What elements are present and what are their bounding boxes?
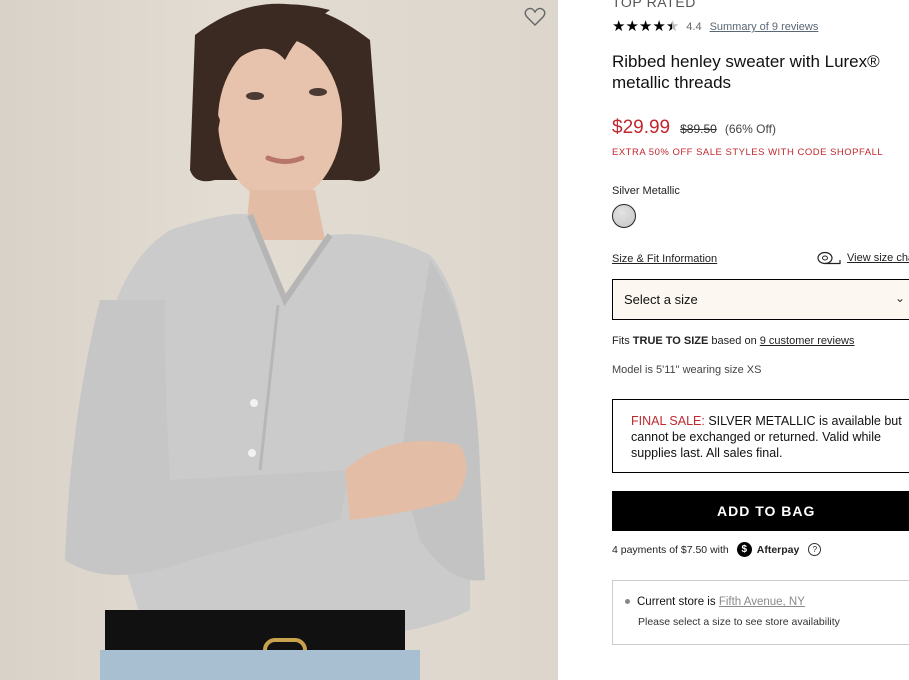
star-icon: ★	[638, 18, 653, 35]
model-size-info: Model is 5'11" wearing size XS	[612, 364, 762, 376]
original-price: $89.50	[680, 122, 717, 136]
afterpay-brand: Afterpay	[756, 543, 800, 556]
price-row: $29.99 $89.50 (66% Off)	[612, 117, 776, 139]
measuring-tape-icon	[817, 251, 841, 265]
fit-prefix: Fits	[612, 335, 633, 347]
current-store-row: Current store is Fifth Avenue, NY	[625, 596, 805, 608]
bullet-icon	[625, 599, 630, 605]
add-to-bag-button[interactable]: ADD TO BAG	[612, 491, 909, 531]
size-fit-info-link[interactable]: Size & Fit Information	[612, 253, 717, 265]
model-illustration	[65, 3, 485, 680]
chevron-down-icon: ⌄	[895, 291, 906, 305]
half-star-icon: ★	[665, 18, 680, 35]
afterpay-logo-icon: $	[736, 542, 752, 557]
color-swatch-silver-metallic[interactable]	[612, 204, 636, 228]
color-label: Silver Metallic	[612, 185, 680, 197]
rating-row: ★ ★ ★ ★ ★ 4.4 Summary of 9 reviews	[612, 19, 818, 35]
fit-summary: Fits TRUE TO SIZE based on 9 customer re…	[612, 335, 855, 347]
promo-message: EXTRA 50% OFF SALE STYLES WITH CODE SHOP…	[612, 147, 884, 158]
star-rating: ★ ★ ★ ★ ★	[612, 19, 679, 35]
star-icon: ★	[612, 18, 626, 35]
store-link[interactable]: Fifth Avenue, NY	[719, 596, 805, 608]
rating-value: 4.4	[686, 21, 702, 33]
store-availability-box: Current store is Fifth Avenue, NY Please…	[612, 580, 909, 645]
fit-middle: based on	[708, 335, 760, 347]
final-sale-label: FINAL SALE:	[631, 414, 705, 428]
product-title: Ribbed henley sweater with Lurex® metall…	[612, 52, 880, 92]
customer-reviews-link[interactable]: 9 customer reviews	[760, 335, 855, 347]
star-icon: ★	[625, 18, 639, 35]
star-icon: ★	[652, 18, 666, 35]
product-image	[0, 0, 558, 680]
info-circle-icon[interactable]: ?	[808, 543, 822, 556]
top-rated-badge: TOP RATED	[612, 0, 696, 10]
afterpay-row: 4 payments of $7.50 with $ Afterpay ?	[612, 542, 822, 557]
size-select[interactable]: Select a size ⌄	[612, 279, 909, 320]
sale-price: $29.99	[612, 117, 671, 138]
afterpay-text: 4 payments of $7.50 with	[612, 543, 729, 556]
current-store-label: Current store is	[637, 596, 719, 608]
size-select-value: Select a size	[624, 292, 698, 307]
view-size-chart-link[interactable]: View size cha	[817, 251, 909, 265]
view-size-chart-label: View size cha	[847, 252, 909, 264]
fit-true-to-size: TRUE TO SIZE	[632, 335, 709, 347]
reviews-summary-link[interactable]: Summary of 9 reviews	[710, 21, 819, 33]
final-sale-notice: FINAL SALE: SILVER METALLIC is available…	[612, 399, 909, 473]
discount-percent: (66% Off)	[724, 122, 776, 136]
heart-outline-icon[interactable]	[524, 7, 546, 27]
product-details-panel: TOP RATED ★ ★ ★ ★ ★ 4.4 Summary of 9 rev…	[612, 0, 909, 680]
store-availability-note: Please select a size to see store availa…	[638, 616, 840, 628]
